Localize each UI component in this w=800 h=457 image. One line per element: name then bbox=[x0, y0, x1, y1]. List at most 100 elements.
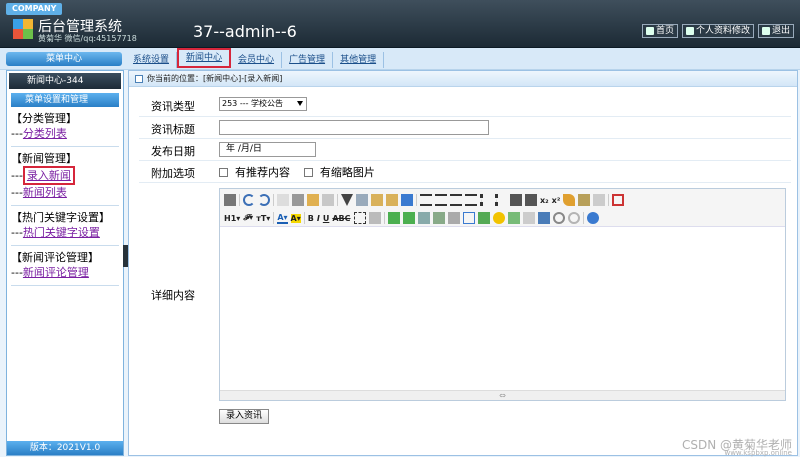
power-icon bbox=[761, 27, 770, 35]
undo-icon[interactable] bbox=[243, 194, 255, 206]
code-icon[interactable] bbox=[322, 194, 334, 206]
content-label: 详细内容 bbox=[151, 289, 195, 302]
type-label: 资讯类型 bbox=[151, 100, 195, 113]
indent-icon[interactable] bbox=[510, 194, 522, 206]
tab-system-settings[interactable]: 系统设置 bbox=[126, 52, 178, 68]
home-icon bbox=[645, 27, 654, 35]
sidebar-link-comments[interactable]: 新闻评论管理 bbox=[23, 266, 89, 279]
recommend-option-label: 有推荐内容 bbox=[235, 166, 290, 179]
font-size-icon[interactable]: тT▾ bbox=[256, 214, 270, 223]
align-right-icon[interactable] bbox=[450, 194, 462, 206]
source-icon[interactable] bbox=[224, 194, 236, 206]
thumbnail-option-label: 有缩略图片 bbox=[319, 166, 375, 179]
table-icon[interactable] bbox=[462, 212, 475, 224]
select-all-icon[interactable] bbox=[593, 194, 606, 206]
link-icon[interactable] bbox=[552, 212, 565, 224]
fullscreen-icon[interactable] bbox=[612, 194, 625, 206]
heading-icon[interactable]: H1▾ bbox=[224, 214, 240, 223]
tab-ad-management[interactable]: 广告管理 bbox=[282, 52, 334, 68]
unlink-icon[interactable] bbox=[567, 212, 580, 224]
nav-tabs: 系统设置 新闻中心 会员中心 广告管理 其他管理 bbox=[126, 48, 385, 68]
line-height-icon[interactable] bbox=[353, 212, 366, 224]
pagebreak-icon[interactable] bbox=[522, 212, 535, 224]
font-color-icon[interactable]: A▾ bbox=[277, 213, 288, 224]
subscript-icon[interactable]: x₂ bbox=[540, 196, 549, 205]
font-family-icon[interactable]: 𝓕▾ bbox=[243, 213, 253, 223]
tab-other-management[interactable]: 其他管理 bbox=[333, 52, 385, 68]
media-icon[interactable] bbox=[432, 212, 445, 224]
version-label: 版本：2021V1.0 bbox=[7, 441, 123, 455]
sidebar-link-add-news[interactable]: 录入新闻 bbox=[27, 169, 71, 182]
redo-icon[interactable] bbox=[258, 194, 270, 206]
editor-resize-handle[interactable]: ⇔ bbox=[220, 390, 785, 400]
emoji-icon[interactable] bbox=[492, 212, 505, 224]
company-badge: COMPANY bbox=[6, 3, 63, 15]
paste-word-icon[interactable] bbox=[401, 194, 413, 206]
title-input[interactable] bbox=[219, 120, 489, 135]
sidebar-group-category: 【分类管理】 ---分类列表 bbox=[11, 111, 119, 147]
preview-icon[interactable] bbox=[277, 194, 289, 206]
profile-button[interactable]: 个人资料修改 bbox=[681, 24, 754, 38]
sidebar-group-keywords: 【热门关键字设置】 ---热门关键字设置 bbox=[11, 210, 119, 246]
date-label: 发布日期 bbox=[151, 145, 195, 158]
align-center-icon[interactable] bbox=[435, 194, 447, 206]
row-date: 发布日期 年 /月/日 bbox=[139, 139, 791, 161]
profile-icon bbox=[685, 27, 694, 35]
anchor-icon[interactable] bbox=[537, 212, 550, 224]
watermark: CSDN @黄菊华老师 www.kspbxp.online bbox=[681, 438, 792, 457]
window-icon bbox=[135, 75, 143, 83]
unordered-list-icon[interactable] bbox=[495, 194, 507, 206]
sidebar-link-keywords[interactable]: 热门关键字设置 bbox=[23, 226, 100, 239]
row-options: 附加选项 有推荐内容 有缩略图片 bbox=[139, 161, 791, 183]
home-button[interactable]: 首页 bbox=[641, 24, 678, 38]
row-type: 资讯类型 253 --- 学校公告 bbox=[139, 93, 791, 117]
justify-icon[interactable] bbox=[465, 194, 477, 206]
thumbnail-checkbox[interactable] bbox=[303, 168, 313, 177]
breadcrumb-path: [新闻中心]-[录入新闻] bbox=[203, 74, 283, 83]
multi-image-icon[interactable] bbox=[402, 212, 415, 224]
image-icon[interactable] bbox=[387, 212, 400, 224]
hr-icon[interactable] bbox=[477, 212, 490, 224]
highlight-icon[interactable]: A▾ bbox=[290, 213, 301, 223]
top-nav: 菜单中心 系统设置 新闻中心 会员中心 广告管理 其他管理 bbox=[0, 48, 800, 70]
sidebar-group-title: 【新闻评论管理】 bbox=[11, 251, 99, 264]
row-title: 资讯标题 bbox=[139, 117, 791, 139]
strikethrough-icon[interactable]: ABC bbox=[332, 214, 350, 223]
sidebar-link-category-list[interactable]: 分类列表 bbox=[23, 127, 67, 140]
paste-icon[interactable] bbox=[371, 194, 383, 206]
superscript-icon[interactable]: x² bbox=[552, 196, 561, 205]
attach-icon[interactable] bbox=[447, 212, 460, 224]
sidebar-group-title: 【新闻管理】 bbox=[11, 152, 77, 165]
clear-format-icon[interactable] bbox=[563, 194, 576, 206]
flash-icon[interactable] bbox=[417, 212, 430, 224]
italic-icon[interactable]: I bbox=[317, 214, 320, 223]
special-char-icon[interactable] bbox=[507, 212, 520, 224]
outdent-icon[interactable] bbox=[525, 194, 537, 206]
help-icon[interactable] bbox=[586, 212, 599, 224]
breadcrumb-label: 你当前的位置： bbox=[147, 74, 203, 83]
tab-member-center[interactable]: 会员中心 bbox=[231, 52, 283, 68]
type-select[interactable]: 253 --- 学校公告 bbox=[219, 97, 307, 111]
sidebar-section-header: 菜单设置和管理 bbox=[11, 93, 119, 107]
tab-news-center[interactable]: 新闻中心 bbox=[177, 48, 232, 68]
print-icon[interactable] bbox=[292, 194, 304, 206]
date-input[interactable]: 年 /月/日 bbox=[219, 142, 316, 157]
align-left-icon[interactable] bbox=[420, 194, 432, 206]
paste-text-icon[interactable] bbox=[386, 194, 398, 206]
options-label: 附加选项 bbox=[151, 167, 195, 180]
spellcheck-icon[interactable] bbox=[578, 194, 591, 206]
copy-icon[interactable] bbox=[356, 194, 368, 206]
recommend-checkbox[interactable] bbox=[219, 168, 228, 177]
sidebar-group-title: 【热门关键字设置】 bbox=[11, 211, 110, 224]
underline-icon[interactable]: U bbox=[323, 214, 330, 223]
rich-text-editor[interactable]: x₂ x² H1▾ 𝓕▾ тT▾ A▾ A▾ B I U ABC ⇔ bbox=[219, 188, 786, 401]
sidebar-link-news-list[interactable]: 新闻列表 bbox=[23, 186, 67, 199]
bold-icon[interactable]: B bbox=[308, 214, 314, 223]
cut-icon[interactable] bbox=[341, 194, 353, 206]
template-icon[interactable] bbox=[307, 194, 319, 206]
submit-button[interactable]: 录入资讯 bbox=[219, 409, 270, 424]
ordered-list-icon[interactable] bbox=[480, 194, 492, 206]
title-label: 资讯标题 bbox=[151, 123, 195, 136]
logout-button[interactable]: 退出 bbox=[757, 24, 794, 38]
eraser-icon[interactable] bbox=[368, 212, 381, 224]
